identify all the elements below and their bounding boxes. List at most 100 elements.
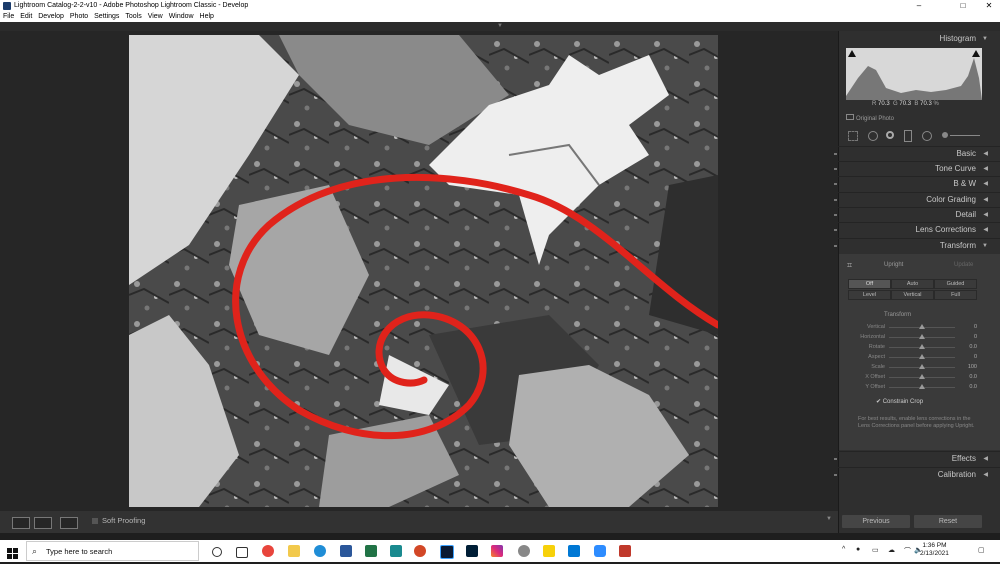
menu-help[interactable]: Help [200, 13, 214, 20]
view-options-button[interactable] [60, 517, 78, 529]
lightroom-taskbar-icon[interactable] [440, 545, 454, 559]
rotate-slider[interactable]: Rotate 0.0 [846, 343, 980, 352]
rgb-readout: R 70.3 G 70.3 B 70.3 % [872, 101, 939, 107]
photo-icon [846, 114, 854, 120]
radial-filter-icon[interactable] [922, 131, 932, 141]
photoshop-icon[interactable] [466, 545, 478, 557]
toolbar-menu-icon[interactable]: ▼ [826, 516, 832, 522]
lens-corrections-panel-header[interactable]: Lens Corrections ◀ [834, 223, 988, 237]
maximize-button[interactable]: □ [950, 0, 976, 12]
sticky-notes-icon[interactable] [543, 545, 555, 557]
collapse-top-icon: ▼ [497, 23, 503, 29]
transform-panel-header[interactable]: Transform ▼ [834, 239, 988, 253]
onedrive-icon[interactable]: ☁ [888, 546, 895, 554]
top-panel-toggle-bar[interactable]: ▼ [0, 22, 1000, 31]
search-icon: ⌕ [32, 546, 38, 556]
task-view-icon[interactable] [236, 547, 248, 558]
window-title: Lightroom Catalog-2-2-v10 - Adobe Photos… [14, 2, 249, 9]
upright-vertical-button[interactable]: Vertical [891, 290, 934, 300]
graduated-filter-icon[interactable] [904, 130, 912, 142]
taskbar-search-box[interactable]: ⌕ Type here to search [26, 541, 199, 561]
app-icon-2[interactable] [619, 545, 631, 557]
menu-bar: File Edit Develop Photo Settings Tools V… [0, 12, 1000, 22]
loupe-view-button[interactable] [12, 517, 30, 529]
brush-size-slider[interactable] [950, 135, 980, 136]
bw-panel-header[interactable]: B & W ◀ [834, 177, 988, 191]
menu-window[interactable]: Window [169, 13, 194, 20]
histogram-curve [846, 58, 982, 100]
basic-panel-header[interactable]: Basic ◀ [834, 147, 988, 161]
previous-button[interactable]: Previous [842, 515, 910, 528]
taskbar-clock[interactable]: 1:36 PM 2/13/2021 [920, 542, 949, 558]
bottom-toolbar: Soft Proofing ▼ [0, 511, 838, 533]
word-icon[interactable] [340, 545, 352, 557]
checkmark-icon: ✔ [876, 399, 882, 405]
crop-tool-icon[interactable] [848, 131, 858, 141]
shadow-clipping-icon[interactable] [848, 50, 856, 57]
scale-slider[interactable]: Scale 100 [846, 363, 980, 372]
photo-preview[interactable] [129, 35, 718, 507]
reset-button[interactable]: Reset [914, 515, 982, 528]
minimize-button[interactable]: – [906, 0, 932, 12]
x-offset-slider[interactable]: X Offset 0.0 [846, 373, 980, 382]
close-button[interactable]: ✕ [976, 0, 1000, 12]
zoom-icon[interactable] [594, 545, 606, 557]
histogram-header[interactable]: Histogram ▼ [838, 32, 988, 46]
update-button[interactable]: Update [954, 262, 973, 268]
tray-chevron-icon[interactable]: ^ [842, 546, 845, 553]
notifications-icon[interactable]: ▢ [978, 546, 985, 554]
menu-view[interactable]: View [148, 13, 163, 20]
before-after-button[interactable] [34, 517, 52, 529]
spot-removal-icon[interactable] [868, 131, 878, 141]
upright-guided-button[interactable]: Guided [934, 279, 977, 289]
powerpoint-icon[interactable] [414, 545, 426, 557]
menu-settings[interactable]: Settings [94, 13, 119, 20]
calibration-panel-header[interactable]: Calibration ◀ [834, 468, 988, 482]
color-grading-panel-header[interactable]: Color Grading ◀ [834, 193, 988, 207]
brush-icon[interactable] [942, 132, 948, 138]
y-offset-slider[interactable]: Y Offset 0.0 [846, 383, 980, 392]
upright-label: Upright [884, 262, 904, 268]
effects-panel-header[interactable]: Effects ◀ [834, 452, 988, 466]
calculator-icon[interactable] [568, 545, 580, 557]
battery-icon[interactable]: ▭ [872, 546, 879, 554]
upright-level-button[interactable]: Level [848, 290, 891, 300]
instagram-icon[interactable] [491, 545, 503, 557]
edge-icon[interactable] [314, 545, 326, 557]
tray-icon[interactable]: ● [856, 546, 860, 553]
menu-develop[interactable]: Develop [38, 13, 64, 20]
lightroom-app-icon [3, 2, 11, 10]
excel-icon[interactable] [365, 545, 377, 557]
upright-full-button[interactable]: Full [934, 290, 977, 300]
bottom-filmstrip-toggle[interactable] [0, 533, 1000, 540]
histogram-graph[interactable] [846, 48, 982, 100]
tone-curve-panel-header[interactable]: Tone Curve ◀ [834, 162, 988, 176]
horizontal-slider[interactable]: Horizontal 0 [846, 333, 980, 342]
detail-panel-header[interactable]: Detail ◀ [834, 208, 988, 222]
soft-proofing-checkbox[interactable] [92, 518, 98, 524]
menu-edit[interactable]: Edit [20, 13, 32, 20]
tool-strip [846, 128, 982, 144]
cortana-icon[interactable] [212, 547, 222, 557]
publisher-icon[interactable] [390, 545, 402, 557]
app-icon[interactable] [518, 545, 530, 557]
leaves-in-ice-photo [129, 35, 718, 507]
transform-section-title: Transform [884, 312, 912, 318]
chrome-icon[interactable] [262, 545, 274, 557]
red-eye-icon[interactable] [886, 131, 894, 139]
aspect-slider[interactable]: Aspect 0 [846, 353, 980, 362]
menu-photo[interactable]: Photo [70, 13, 88, 20]
network-icon[interactable]: ⌒ [904, 546, 911, 556]
menu-tools[interactable]: Tools [125, 13, 141, 20]
upright-grid-icon[interactable]: ⌗ [847, 260, 852, 271]
title-bar: Lightroom Catalog-2-2-v10 - Adobe Photos… [0, 0, 1000, 12]
highlight-clipping-icon[interactable] [972, 50, 980, 57]
menu-file[interactable]: File [3, 13, 14, 20]
constrain-crop-checkbox[interactable]: ✔ Constrain Crop [876, 398, 923, 405]
upright-tip-text: For best results, enable lens correction… [858, 416, 975, 429]
vertical-slider[interactable]: Vertical 0 [846, 323, 980, 332]
file-explorer-icon[interactable] [288, 545, 300, 557]
upright-off-button[interactable]: Off [848, 279, 891, 289]
windows-start-icon[interactable] [7, 546, 18, 564]
upright-auto-button[interactable]: Auto [891, 279, 934, 289]
